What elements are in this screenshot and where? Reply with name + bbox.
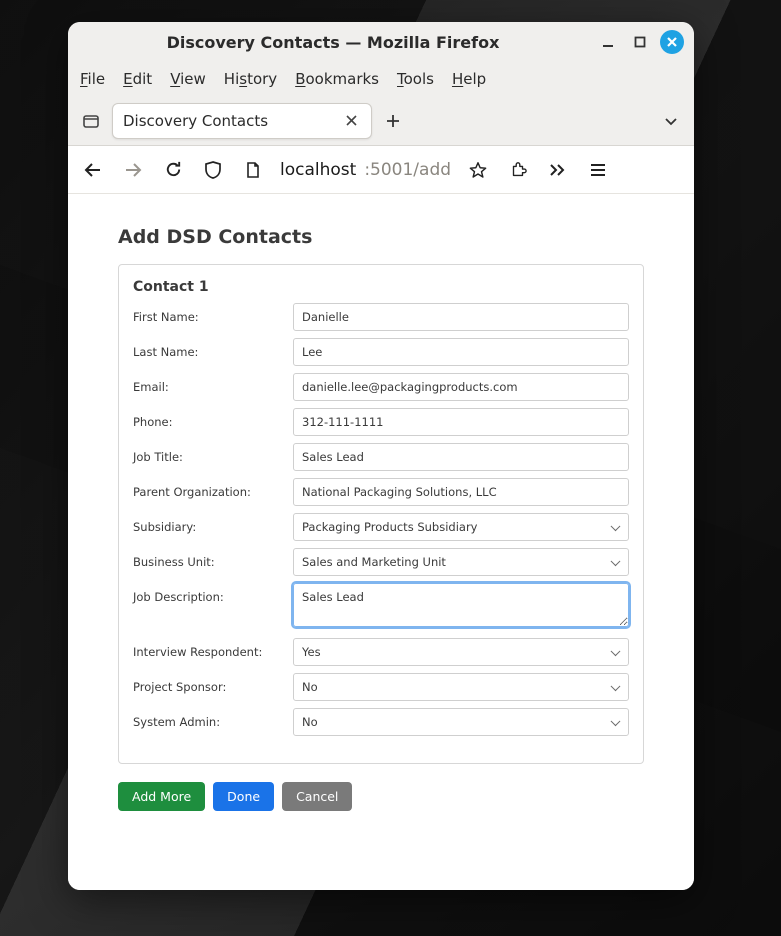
system-admin-select[interactable]: No — [293, 708, 629, 736]
window-maximize-button[interactable] — [628, 30, 652, 54]
plus-icon — [385, 113, 401, 129]
site-info-button[interactable] — [240, 157, 266, 183]
bookmark-button[interactable] — [465, 157, 491, 183]
label-email: Email: — [133, 373, 293, 394]
contact-card: Contact 1 First Name: Last Name: Email: … — [118, 264, 644, 764]
label-system-admin: System Admin: — [133, 708, 293, 729]
browser-window: Discovery Contacts — Mozilla Firefox Fil… — [68, 22, 694, 890]
site-security-button[interactable] — [200, 157, 226, 183]
cancel-button[interactable]: Cancel — [282, 782, 352, 811]
maximize-icon — [634, 36, 646, 48]
window-titlebar: Discovery Contacts — Mozilla Firefox — [68, 22, 694, 62]
window-minimize-button[interactable] — [596, 30, 620, 54]
overflow-button[interactable] — [545, 157, 571, 183]
card-header: Contact 1 — [133, 279, 629, 295]
chevron-double-right-icon — [549, 163, 567, 177]
window-title: Discovery Contacts — Mozilla Firefox — [78, 33, 588, 52]
label-interview-respondent: Interview Respondent: — [133, 638, 293, 659]
list-all-tabs-button[interactable] — [658, 108, 684, 134]
project-sponsor-select[interactable]: No — [293, 673, 629, 701]
label-job-description: Job Description: — [133, 583, 293, 604]
tab-close-button[interactable] — [341, 111, 361, 131]
menu-tools[interactable]: Tools — [397, 70, 434, 88]
label-first-name: First Name: — [133, 303, 293, 324]
close-icon — [346, 115, 357, 126]
first-name-field[interactable] — [293, 303, 629, 331]
app-menu-button[interactable] — [585, 157, 611, 183]
url-path: :5001/add — [364, 160, 451, 180]
tab-strip: Discovery Contacts — [68, 96, 694, 146]
url-host: localhost — [280, 160, 356, 180]
add-more-button[interactable]: Add More — [118, 782, 205, 811]
forward-icon — [123, 160, 143, 180]
label-parent-org: Parent Organization: — [133, 478, 293, 499]
menubar: File Edit View History Bookmarks Tools H… — [68, 62, 694, 96]
email-field[interactable] — [293, 373, 629, 401]
chevron-down-icon — [664, 114, 678, 128]
nav-forward-button[interactable] — [120, 157, 146, 183]
menu-history[interactable]: History — [224, 70, 277, 88]
star-icon — [469, 161, 487, 179]
label-project-sponsor: Project Sponsor: — [133, 673, 293, 694]
menu-file[interactable]: File — [80, 70, 105, 88]
hamburger-icon — [590, 163, 606, 177]
interview-respondent-select[interactable]: Yes — [293, 638, 629, 666]
puzzle-icon — [509, 161, 527, 179]
label-phone: Phone: — [133, 408, 293, 429]
nav-toolbar: localhost :5001/add — [68, 146, 694, 194]
tab-label: Discovery Contacts — [123, 112, 333, 130]
url-bar[interactable]: localhost :5001/add — [280, 160, 451, 180]
recent-tabs-button[interactable] — [78, 108, 104, 134]
window-close-button[interactable] — [660, 30, 684, 54]
label-subsidiary: Subsidiary: — [133, 513, 293, 534]
close-icon — [666, 36, 678, 48]
reload-icon — [164, 160, 183, 179]
menu-view[interactable]: View — [170, 70, 206, 88]
shield-icon — [204, 160, 222, 180]
recent-tabs-icon — [82, 112, 100, 130]
done-button[interactable]: Done — [213, 782, 274, 811]
last-name-field[interactable] — [293, 338, 629, 366]
back-icon — [83, 160, 103, 180]
page-title: Add DSD Contacts — [118, 226, 644, 248]
parent-org-field[interactable] — [293, 478, 629, 506]
menu-edit[interactable]: Edit — [123, 70, 152, 88]
label-job-title: Job Title: — [133, 443, 293, 464]
job-title-field[interactable] — [293, 443, 629, 471]
extensions-button[interactable] — [505, 157, 531, 183]
nav-reload-button[interactable] — [160, 157, 186, 183]
menu-help[interactable]: Help — [452, 70, 486, 88]
page-content: Add DSD Contacts Contact 1 First Name: L… — [68, 194, 694, 890]
minimize-icon — [601, 35, 615, 49]
label-last-name: Last Name: — [133, 338, 293, 359]
new-tab-button[interactable] — [380, 108, 406, 134]
tab-active[interactable]: Discovery Contacts — [112, 103, 372, 139]
business-unit-select[interactable]: Sales and Marketing Unit — [293, 548, 629, 576]
nav-back-button[interactable] — [80, 157, 106, 183]
page-icon — [245, 161, 261, 179]
subsidiary-select[interactable]: Packaging Products Subsidiary — [293, 513, 629, 541]
menu-bookmarks[interactable]: Bookmarks — [295, 70, 379, 88]
button-row: Add More Done Cancel — [118, 782, 644, 811]
label-business-unit: Business Unit: — [133, 548, 293, 569]
job-description-field[interactable]: Sales Lead — [293, 583, 629, 627]
phone-field[interactable] — [293, 408, 629, 436]
